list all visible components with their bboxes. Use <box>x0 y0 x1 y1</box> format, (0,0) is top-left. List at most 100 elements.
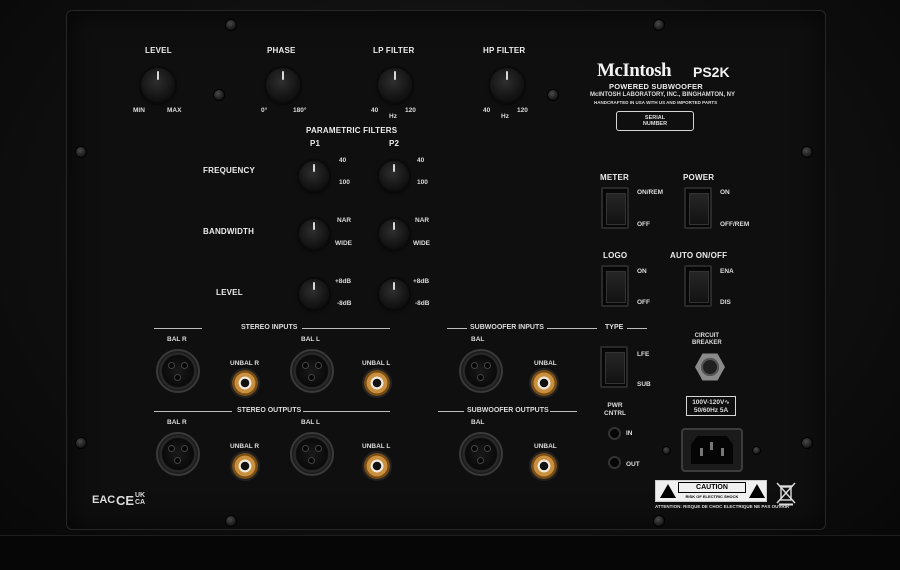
stereo-in-unbal-l-label: UNBAL L <box>362 360 391 367</box>
stereo-inputs-title: STEREO INPUTS <box>241 324 298 331</box>
sub-in-unbal-rca[interactable] <box>531 370 557 396</box>
hp-filter-max-label: 120 <box>517 107 528 114</box>
circuit-breaker-label: CIRCUIT BREAKER <box>692 333 722 346</box>
auto-ena-label: ENA <box>720 268 734 275</box>
sub-out-unbal-label: UNBAL <box>534 443 557 450</box>
stereo-in-bal-r-xlr[interactable] <box>156 349 200 393</box>
p2-level-knob[interactable] <box>379 279 409 309</box>
auto-on-off-label: AUTO ON/OFF <box>670 251 728 260</box>
eac-mark: EAC <box>92 494 116 506</box>
screw <box>76 438 86 448</box>
p1-frequency-lo: 100 <box>339 179 350 186</box>
screw <box>663 447 670 454</box>
p1-bandwidth-hi: NAR <box>337 217 352 224</box>
hp-filter-knob[interactable] <box>490 68 524 102</box>
pwr-cntrl-out-jack[interactable] <box>610 458 619 467</box>
level-knob[interactable] <box>141 68 175 102</box>
stereo-in-unbal-r-label: UNBAL R <box>230 360 260 367</box>
stereo-in-unbal-r-rca[interactable] <box>232 370 258 396</box>
stereo-outputs-title: STEREO OUTPUTS <box>237 407 302 414</box>
sub-out-bal-xlr[interactable] <box>459 432 503 476</box>
screw <box>654 516 664 526</box>
p2-bandwidth-knob[interactable] <box>379 219 409 249</box>
sub-out-bal-label: BAL <box>471 419 485 426</box>
p2-frequency-hi: 40 <box>417 157 425 164</box>
stereo-out-unbal-l-rca[interactable] <box>364 453 390 479</box>
product-subtitle: POWERED SUBWOOFER <box>609 82 703 91</box>
pwr-cntrl-out-label: OUT <box>626 461 640 468</box>
p2-bandwidth-hi: NAR <box>415 217 430 224</box>
power-on-label: ON <box>720 189 730 196</box>
auto-on-off-switch[interactable] <box>684 265 712 307</box>
pwr-cntrl-in-jack[interactable] <box>610 429 619 438</box>
hp-filter-unit-label: Hz <box>501 113 509 120</box>
serial-number-box: SERIAL NUMBER <box>616 111 694 131</box>
p2-level-hi: +8dB <box>413 278 430 285</box>
voltage-rating-box: 100V-120V∿ 50/60Hz 5A <box>686 396 736 416</box>
lp-filter-knob[interactable] <box>378 68 412 102</box>
chassis-base <box>0 535 900 570</box>
divider <box>302 328 390 329</box>
meter-on-label: ON/REM <box>637 189 663 196</box>
bandwidth-label: BANDWIDTH <box>203 227 255 236</box>
logo-switch[interactable] <box>601 265 629 307</box>
divider <box>627 328 647 329</box>
type-sub-label: SUB <box>637 381 651 388</box>
stereo-in-bal-l-xlr[interactable] <box>290 349 334 393</box>
screw <box>654 20 664 30</box>
screw <box>802 438 812 448</box>
p1-bandwidth-lo: WIDE <box>335 240 352 247</box>
stereo-out-bal-l-label: BAL L <box>301 419 321 426</box>
logo-switch-label: LOGO <box>603 251 628 260</box>
divider <box>438 411 464 412</box>
sub-in-bal-xlr[interactable] <box>459 349 503 393</box>
stereo-out-unbal-r-rca[interactable] <box>232 453 258 479</box>
p1-level-knob[interactable] <box>299 279 329 309</box>
stereo-out-bal-r-label: BAL R <box>167 419 187 426</box>
lp-filter-min-label: 40 <box>371 107 379 114</box>
stereo-in-bal-l-label: BAL L <box>301 336 321 343</box>
phase-knob[interactable] <box>266 68 300 102</box>
divider <box>447 328 467 329</box>
pwr-cntrl-in-label: IN <box>626 430 633 437</box>
parametric-filters-title: PARAMETRIC FILTERS <box>306 126 398 135</box>
phase-max-label: 180° <box>293 107 307 114</box>
subwoofer-outputs-title: SUBWOOFER OUTPUTS <box>467 407 549 414</box>
model-name: PS2K <box>693 64 730 80</box>
p2-frequency-knob[interactable] <box>379 161 409 191</box>
company-address: McINTOSH LABORATORY, INC., BINGHAMTON, N… <box>590 92 736 98</box>
lp-filter-knob-label: LP FILTER <box>373 46 415 55</box>
p1-frequency-knob[interactable] <box>299 161 329 191</box>
p1-level-hi: +8dB <box>335 278 352 285</box>
p2-bandwidth-lo: WIDE <box>413 240 430 247</box>
power-switch[interactable] <box>684 187 712 229</box>
p1-bandwidth-knob[interactable] <box>299 219 329 249</box>
level-min-label: MIN <box>133 107 145 114</box>
divider <box>154 328 202 329</box>
stereo-in-unbal-l-rca[interactable] <box>364 370 390 396</box>
iec-power-inlet[interactable] <box>681 428 743 472</box>
stereo-in-bal-r-label: BAL R <box>167 336 187 343</box>
meter-switch[interactable] <box>601 187 629 229</box>
phase-knob-label: PHASE <box>267 46 296 55</box>
sub-out-unbal-rca[interactable] <box>531 453 557 479</box>
warning-shock-icon <box>660 484 676 498</box>
stereo-out-bal-l-xlr[interactable] <box>290 432 334 476</box>
p1-label: P1 <box>310 139 321 148</box>
meter-off-label: OFF <box>637 221 650 228</box>
p2-label: P2 <box>389 139 400 148</box>
mcintosh-logo: McIntosh <box>597 60 672 81</box>
phase-min-label: 0° <box>261 107 268 114</box>
power-switch-label: POWER <box>683 173 715 182</box>
stereo-out-bal-r-xlr[interactable] <box>156 432 200 476</box>
meter-switch-label: METER <box>600 173 629 182</box>
logo-on-label: ON <box>637 268 647 275</box>
divider <box>550 411 577 412</box>
stereo-out-unbal-l-label: UNBAL L <box>362 443 391 450</box>
p1-level-lo: -8dB <box>337 300 352 307</box>
type-switch[interactable] <box>600 346 628 388</box>
param-level-label: LEVEL <box>216 288 243 297</box>
subwoofer-inputs-title: SUBWOOFER INPUTS <box>470 324 544 331</box>
p1-frequency-hi: 40 <box>339 157 347 164</box>
p2-frequency-lo: 100 <box>417 179 428 186</box>
